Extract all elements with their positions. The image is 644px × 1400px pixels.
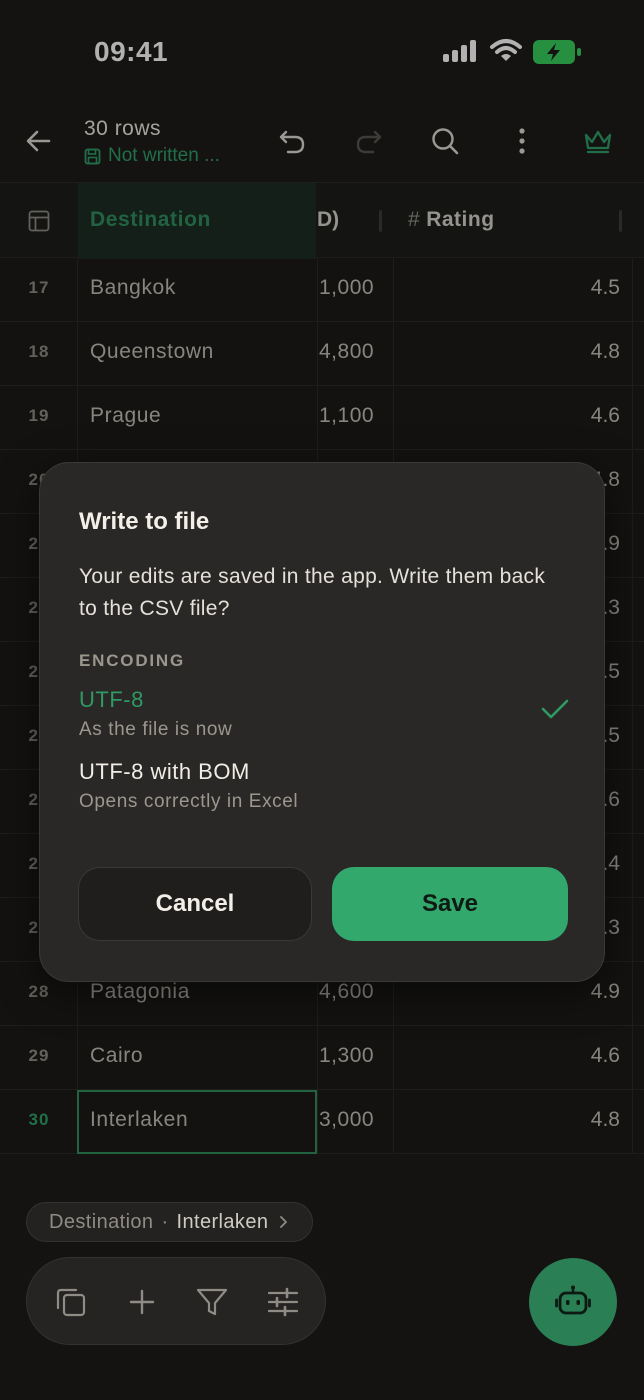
copy-button[interactable] [52, 1283, 90, 1321]
dialog-message: Your edits are saved in the app. Write t… [79, 565, 546, 620]
option-subtitle: Opens correctly in Excel [79, 791, 299, 812]
breadcrumb-value: Interlaken [176, 1210, 269, 1233]
save-button[interactable]: Save [332, 867, 568, 941]
breadcrumb-column: Destination [49, 1210, 154, 1233]
filter-button[interactable] [193, 1283, 231, 1321]
copy-icon [56, 1288, 86, 1317]
sliders-icon [267, 1287, 299, 1317]
assistant-button[interactable] [529, 1258, 617, 1346]
add-button[interactable] [123, 1283, 161, 1321]
chevron-right-icon [280, 1216, 288, 1228]
option-subtitle: As the file is now [79, 719, 233, 740]
write-to-file-dialog: Write to file Your edits are saved in th… [39, 462, 605, 982]
robot-icon [555, 1285, 591, 1315]
cancel-button[interactable]: Cancel [78, 867, 312, 941]
bottom-toolbar [26, 1257, 326, 1345]
breadcrumb-separator: · [161, 1210, 169, 1233]
option-title: UTF-8 with BOM [79, 759, 250, 784]
filter-icon [196, 1288, 228, 1316]
dialog-title: Write to file [79, 508, 210, 535]
plus-icon [129, 1289, 155, 1315]
encoding-option-utf8[interactable]: UTF-8 As the file is now [79, 687, 569, 747]
option-title: UTF-8 [79, 687, 144, 712]
adjust-button[interactable] [264, 1283, 302, 1321]
cell-breadcrumb[interactable]: Destination · Interlaken [26, 1202, 314, 1242]
check-icon [541, 699, 569, 719]
encoding-option-utf8-bom[interactable]: UTF-8 with BOM Opens correctly in Excel [79, 759, 569, 819]
encoding-label: ENCODING [79, 651, 186, 670]
